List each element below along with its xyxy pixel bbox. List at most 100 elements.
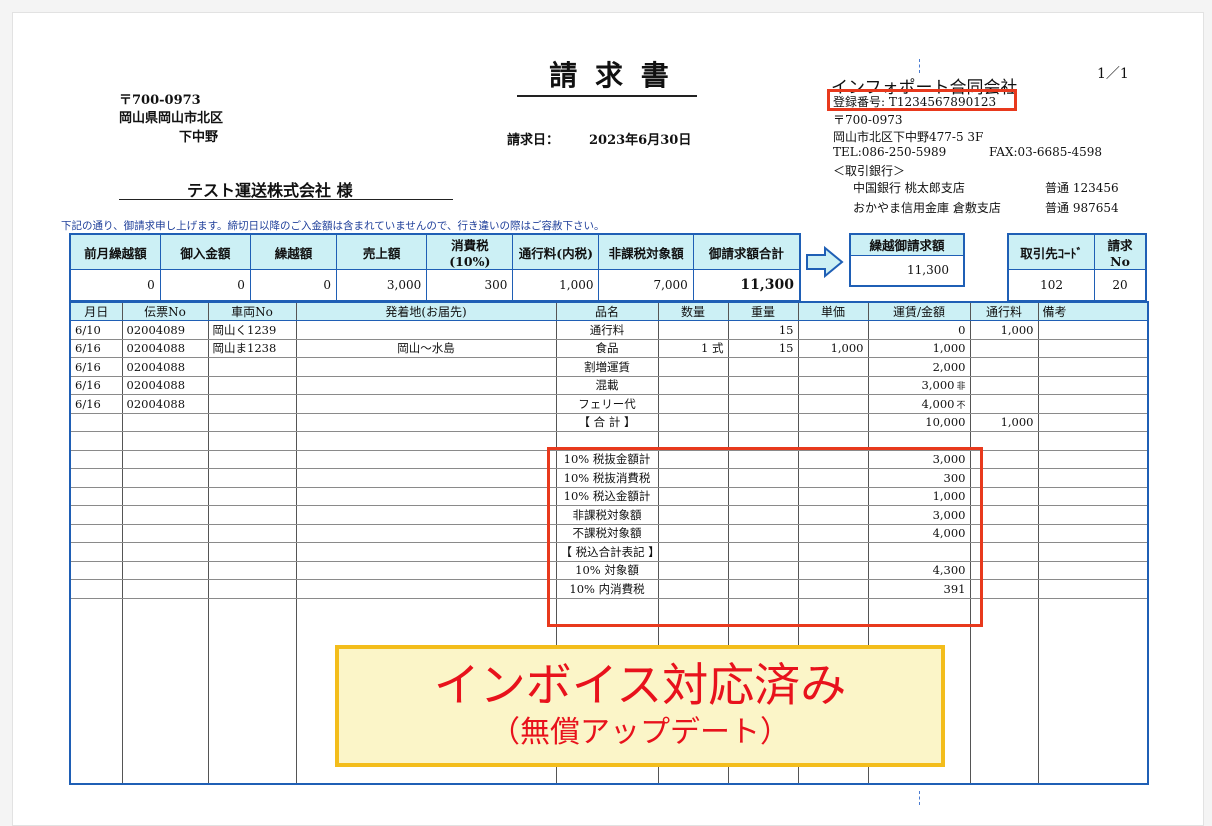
registration-number-highlight — [827, 89, 1017, 111]
cell-remarks — [1037, 523, 1149, 543]
summary-header: 前月繰越額 — [69, 233, 161, 270]
invoice-title: 請 求 書 — [549, 59, 673, 92]
cell-destination — [295, 375, 557, 395]
cell-slip-no — [121, 486, 209, 506]
cell-destination — [295, 468, 557, 488]
page-guide-bottom — [919, 791, 920, 805]
cell-toll — [969, 357, 1039, 377]
summary-value: 3,000 — [336, 269, 428, 301]
bank1-account: 普通 123456 — [1045, 181, 1119, 195]
cell-vehicle-no — [207, 560, 297, 580]
summary-header: 売上額 — [336, 233, 428, 270]
summary-value: 1,000 — [512, 269, 600, 301]
cell-quantity — [657, 320, 729, 340]
bank1-name: 中国銀行 桃太郎支店 — [853, 181, 965, 195]
summary-table: 前月繰越額 御入金額 繰越額 売上額 消費税(10%) 通行料(内税) 非課税対… — [69, 233, 801, 302]
cell-quantity — [657, 412, 729, 432]
cell-destination — [295, 505, 557, 525]
cell-slip-no: 02004088 — [121, 357, 209, 377]
cell-date — [69, 486, 123, 506]
cell-quantity: 1 式 — [657, 338, 729, 358]
table-row: 6/16 02004088 混載 3,000 非 — [69, 375, 1149, 395]
client-info-table: 取引先ｺｰﾄﾞ 請求No 102 20 — [1007, 233, 1147, 302]
table-row: 【 合 計 】 10,000 1,000 — [69, 412, 1149, 432]
cell-slip-no — [121, 468, 209, 488]
cell-unit-price — [797, 412, 869, 432]
cell-date — [69, 412, 123, 432]
right-arrow-icon — [806, 245, 844, 279]
invoice-date: 2023年6月30日 — [589, 133, 692, 148]
cell-weight — [727, 394, 799, 414]
cell-item: 混載 — [555, 375, 659, 395]
col-header-toll: 通行料 — [969, 301, 1039, 321]
col-header-remarks: 備考 — [1037, 301, 1149, 321]
cell-vehicle-no — [207, 375, 297, 395]
col-header-destination: 発着地(お届先) — [295, 301, 557, 321]
recipient-address2: 下中野 — [179, 130, 219, 145]
cell-slip-no — [121, 431, 209, 451]
cell-slip-no: 02004089 — [121, 320, 209, 340]
cell-slip-no — [121, 412, 209, 432]
cell-unit-price: 1,000 — [797, 338, 869, 358]
cell-weight — [727, 412, 799, 432]
cell-date — [69, 449, 123, 469]
cell-destination — [295, 357, 557, 377]
issuer-tel: TEL:086-250-5989 — [833, 145, 947, 159]
cell-destination — [295, 523, 557, 543]
cell-amount: 0 — [867, 320, 971, 340]
cell-remarks — [1037, 468, 1149, 488]
cell-toll — [969, 394, 1039, 414]
client-code-value: 102 — [1007, 269, 1096, 301]
summary-value: 300 — [426, 269, 514, 301]
invoice-no-header: 請求No — [1094, 233, 1147, 270]
cell-amount: 4,000 不 — [867, 394, 971, 414]
blank-cell — [1037, 597, 1149, 784]
invoice-no-value: 20 — [1094, 269, 1147, 301]
cell-toll — [969, 338, 1039, 358]
cell-vehicle-no — [207, 505, 297, 525]
invoice-date-label: 請求日： — [507, 133, 560, 148]
cell-item: 食品 — [555, 338, 659, 358]
cell-date: 6/16 — [69, 338, 123, 358]
recipient-underline — [119, 199, 453, 200]
summary-value: 0 — [249, 269, 338, 301]
summary-total-value: 11,300 — [692, 269, 801, 301]
cell-amount: 10,000 — [867, 412, 971, 432]
cell-item: 通行料 — [555, 320, 659, 340]
carry-over-header: 繰越御請求額 — [849, 233, 965, 256]
cell-quantity — [657, 375, 729, 395]
issuer-postal: 〒700-0973 — [833, 113, 903, 127]
cell-weight: 15 — [727, 338, 799, 358]
cell-unit-price — [797, 375, 869, 395]
cell-date — [69, 560, 123, 580]
cell-weight: 15 — [727, 320, 799, 340]
page-guide-top — [919, 59, 920, 73]
banner-title: インボイス対応済み — [433, 658, 847, 712]
invoice-compliance-banner: インボイス対応済み （無償アップデート） — [335, 645, 945, 767]
cell-date: 6/10 — [69, 320, 123, 340]
cell-amount: 2,000 — [867, 357, 971, 377]
cell-toll: 1,000 — [969, 320, 1039, 340]
cell-remarks — [1037, 505, 1149, 525]
recipient-address1: 岡山県岡山市北区 — [119, 111, 224, 126]
col-header-item: 品名 — [555, 301, 659, 321]
cell-destination — [295, 320, 557, 340]
tax-summary-highlight — [547, 447, 983, 627]
cell-vehicle-no — [207, 523, 297, 543]
cell-vehicle-no — [207, 449, 297, 469]
invoice-page: 請 求 書 1／1 〒700-0973 岡山県岡山市北区 下中野 テスト運送株式… — [12, 12, 1204, 826]
cell-destination — [295, 560, 557, 580]
cell-vehicle-no — [207, 431, 297, 451]
cell-date — [69, 431, 123, 451]
summary-header: 繰越額 — [249, 233, 338, 270]
cell-destination — [295, 394, 557, 414]
table-row: 6/10 02004089 岡山く1239 通行料 15 0 1,000 — [69, 320, 1149, 340]
recipient-name: テスト運送株式会社 様 — [187, 181, 353, 200]
cell-weight — [727, 375, 799, 395]
cell-weight — [727, 357, 799, 377]
cell-slip-no — [121, 449, 209, 469]
notice-text: 下記の通り、御請求申し上げます。締切日以降のご入金額は含まれていませんので、行き… — [61, 220, 605, 232]
col-header-weight: 重量 — [727, 301, 799, 321]
summary-header: 消費税(10%) — [426, 233, 514, 270]
client-code-header: 取引先ｺｰﾄﾞ — [1007, 233, 1096, 270]
